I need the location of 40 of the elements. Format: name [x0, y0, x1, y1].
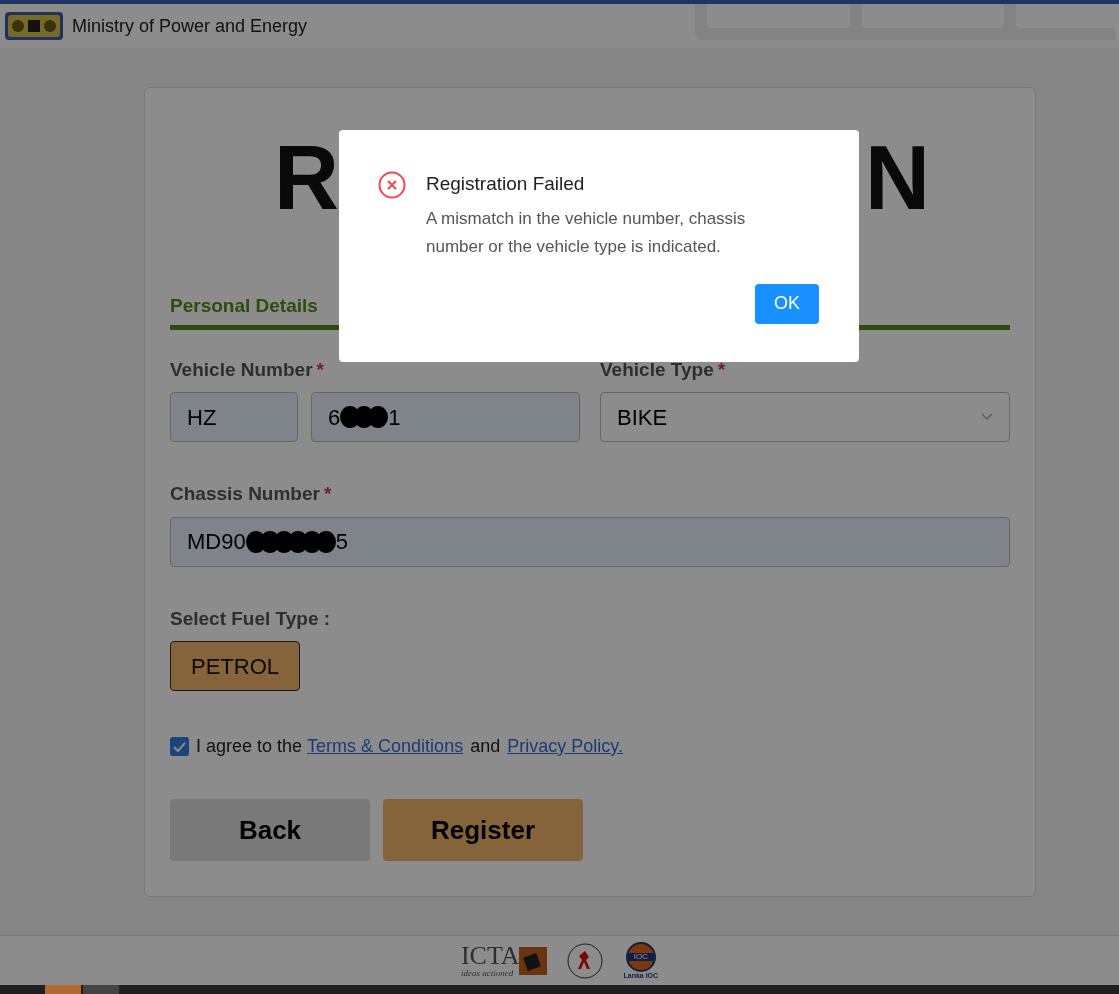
- ok-button[interactable]: OK: [755, 283, 819, 324]
- icta-logo-text: ICTA: [460, 943, 520, 969]
- vehicle-type-select[interactable]: BIKE: [600, 392, 1010, 442]
- emblem-icon: [567, 942, 604, 979]
- checkbox[interactable]: [170, 737, 189, 756]
- terms-link[interactable]: Terms & Conditions: [307, 733, 464, 760]
- chevron-down-icon: [981, 413, 993, 421]
- field-label: Chassis Number: [170, 482, 320, 506]
- nav-tab[interactable]: [707, 4, 850, 28]
- field-label: Vehicle Number: [170, 357, 313, 382]
- page-title: N: [865, 133, 930, 223]
- taskbar-app-icon[interactable]: [83, 985, 119, 994]
- input-field[interactable]: 6 1: [311, 392, 580, 442]
- taskbar-app-icon[interactable]: [45, 985, 81, 994]
- required-mark-icon: *: [323, 480, 332, 509]
- field-label: Vehicle Type: [600, 357, 714, 382]
- page-title: R: [274, 133, 339, 223]
- section-tab[interactable]: Personal Details: [170, 292, 318, 325]
- fuel-option[interactable]: PETROL: [170, 641, 301, 691]
- required-mark-icon: *: [717, 355, 726, 384]
- agreement-text: I agree to the: [196, 735, 303, 758]
- required-mark-icon: *: [316, 355, 324, 384]
- input-field[interactable]: MD90 5: [170, 516, 1010, 567]
- agreement-text: and: [470, 735, 501, 758]
- fuel-label: Select Fuel Type :: [170, 606, 332, 631]
- ministry-name: Ministry of Power and Energy: [72, 14, 308, 38]
- back-button[interactable]: Back: [170, 799, 370, 861]
- privacy-link[interactable]: Privacy Policy.: [507, 733, 623, 760]
- icta-tagline: ideas actioned: [460, 969, 515, 978]
- error-icon: [378, 171, 406, 199]
- nav-tab[interactable]: [1016, 4, 1115, 28]
- ioc-logo: IOC: [625, 942, 656, 972]
- dialog-message: A mismatch in the vehicle number, chassis number or the vehicle type is indicated.: [426, 207, 747, 258]
- nav-tab[interactable]: [861, 4, 1005, 28]
- icta-logo-icon: [519, 946, 548, 975]
- register-button[interactable]: Register: [383, 799, 583, 861]
- redaction-mark: [340, 405, 389, 429]
- emblem-icon: [4, 11, 64, 41]
- input-field[interactable]: HZ: [170, 392, 298, 442]
- dialog-title: Registration Failed: [426, 172, 586, 196]
